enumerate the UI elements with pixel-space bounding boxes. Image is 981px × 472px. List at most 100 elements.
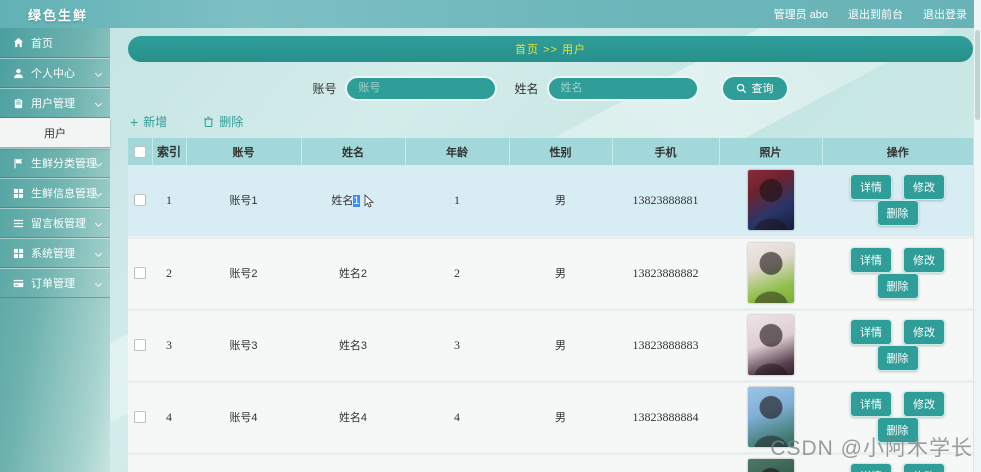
exit-to-front-link[interactable]: 退出到前台 (848, 6, 903, 22)
cell-account: 账号5 (186, 453, 301, 472)
sidebar-subitem-users-active[interactable]: 用户 (0, 118, 110, 148)
chevron-down-icon (94, 249, 103, 258)
name-input[interactable] (546, 75, 699, 101)
add-button-label: 新增 (143, 115, 168, 129)
detail-button[interactable]: 详情 (849, 319, 892, 345)
delete-row-button[interactable]: 删除 (876, 345, 919, 371)
sidebar-item-order-mgmt[interactable]: 订单管理 (0, 268, 110, 298)
cell-age: 4 (405, 381, 509, 455)
table-row: 3 账号3 姓名3 3 男 13823888883 详情 修改 删除 (128, 309, 973, 383)
scrollbar-thumb[interactable] (975, 30, 980, 120)
table-row: 5 账号5 姓名5 5 男 13823888885 详情 修改 删除 (128, 453, 973, 472)
cell-gender: 男 (509, 309, 612, 383)
sidebar-item-label: 系统管理 (31, 248, 75, 260)
edit-button[interactable]: 修改 (903, 319, 946, 345)
sidebar-item-system-mgmt[interactable]: 系统管理 (0, 238, 110, 268)
search-icon (736, 83, 746, 93)
account-label: 账号 (312, 81, 337, 96)
cell-index: 1 (152, 165, 186, 239)
query-button[interactable]: 查询 (720, 74, 789, 102)
plus-icon: + (130, 113, 139, 130)
add-button[interactable]: + 新增 (130, 113, 167, 130)
edit-button[interactable]: 修改 (903, 463, 946, 472)
table-header-row: 索引 账号 姓名 年龄 性别 手机 照片 操作 (128, 138, 973, 165)
sidebar-item-fresh-info-mgmt[interactable]: 生鲜信息管理 (0, 178, 110, 208)
chevron-down-icon (94, 99, 103, 108)
select-all-checkbox[interactable] (133, 145, 146, 158)
sidebar-item-user-mgmt[interactable]: 用户管理 (0, 88, 110, 118)
user-photo (747, 459, 794, 472)
delete-button-label: 删除 (219, 115, 244, 129)
row-checkbox[interactable] (134, 411, 146, 424)
list-icon (13, 218, 24, 229)
chevron-down-icon (94, 279, 103, 288)
text-selection: 1 (353, 195, 360, 208)
detail-button[interactable]: 详情 (849, 247, 892, 273)
delete-row-button[interactable]: 删除 (876, 273, 919, 299)
cell-phone: 13823888881 (612, 165, 719, 239)
table-row: 4 账号4 姓名4 4 男 13823888884 详情 修改 删除 (128, 381, 973, 455)
edit-button[interactable]: 修改 (903, 391, 946, 417)
user-icon (13, 68, 24, 79)
table-row: 2 账号2 姓名2 2 男 13823888882 详情 修改 删除 (128, 237, 973, 311)
user-photo (747, 170, 794, 231)
col-header-name: 姓名 (300, 138, 405, 165)
sidebar-item-label: 订单管理 (31, 278, 75, 290)
row-checkbox[interactable] (134, 339, 146, 352)
cell-account: 账号3 (186, 309, 301, 383)
chevron-down-icon (94, 219, 103, 228)
cell-gender: 男 (509, 381, 612, 455)
detail-button[interactable]: 详情 (849, 391, 892, 417)
cell-account: 账号4 (186, 381, 301, 455)
account-input[interactable] (344, 75, 497, 101)
edit-button[interactable]: 修改 (903, 247, 946, 273)
delete-row-button[interactable]: 删除 (876, 417, 919, 443)
user-photo (747, 315, 794, 375)
topbar: 绿色生鲜 管理员 abo 退出到前台 退出登录 (0, 0, 981, 28)
search-form: 账号 姓名 查询 (110, 74, 981, 102)
cell-index: 5 (152, 453, 186, 472)
cell-gender: 男 (509, 165, 612, 239)
flag-icon (13, 158, 24, 169)
cell-name: 姓名1 (301, 165, 405, 239)
cell-name: 姓名5 (301, 453, 405, 472)
sidebar-item-profile[interactable]: 个人中心 (0, 58, 110, 88)
cell-phone: 13823888884 (612, 381, 719, 455)
name-label: 姓名 (514, 81, 539, 96)
grid-icon (13, 188, 24, 199)
delete-row-button[interactable]: 删除 (876, 200, 919, 227)
col-header-phone: 手机 (611, 138, 719, 165)
sidebar-item-label: 首页 (31, 37, 53, 50)
col-header-account: 账号 (185, 138, 301, 165)
current-user: 管理员 abo (773, 9, 828, 21)
sidebar: 首页 个人中心 用户管理 用户 生鲜分类管理 生鲜信息管理 留言板管理 系统管理… (0, 28, 110, 472)
detail-button[interactable]: 详情 (849, 463, 892, 472)
users-table: 索引 账号 姓名 年龄 性别 手机 照片 操作 1 账号1 姓名1 1 男 13… (128, 138, 973, 472)
sidebar-item-home[interactable]: 首页 (0, 28, 110, 58)
query-button-label: 查询 (751, 83, 774, 95)
cell-name: 姓名2 (301, 237, 405, 311)
sidebar-item-label: 生鲜信息管理 (31, 188, 97, 200)
sidebar-item-fresh-category-mgmt[interactable]: 生鲜分类管理 (0, 148, 110, 178)
logout-link[interactable]: 退出登录 (923, 6, 967, 22)
clipboard-icon (13, 97, 24, 109)
edit-button[interactable]: 修改 (903, 174, 946, 201)
sidebar-item-label: 留言板管理 (31, 218, 86, 230)
cell-gender: 男 (509, 453, 612, 472)
col-header-actions: 操作 (821, 138, 973, 165)
home-icon (13, 37, 24, 48)
breadcrumb: 首页 >> 用户 (128, 36, 973, 62)
sidebar-item-message-board-mgmt[interactable]: 留言板管理 (0, 208, 110, 238)
row-checkbox[interactable] (134, 194, 146, 207)
cell-age: 1 (405, 165, 509, 239)
cell-phone: 13823888885 (612, 453, 719, 472)
row-checkbox[interactable] (134, 267, 146, 280)
detail-button[interactable]: 详情 (849, 174, 892, 201)
table-row: 1 账号1 姓名1 1 男 13823888881 详情 修改 删除 (128, 165, 973, 239)
col-header-photo: 照片 (718, 138, 822, 165)
cell-name: 姓名3 (301, 309, 405, 383)
sidebar-item-label: 用户管理 (31, 98, 75, 110)
scrollbar[interactable] (974, 0, 981, 472)
delete-button[interactable]: 删除 (203, 113, 243, 130)
grid-icon (13, 248, 24, 259)
